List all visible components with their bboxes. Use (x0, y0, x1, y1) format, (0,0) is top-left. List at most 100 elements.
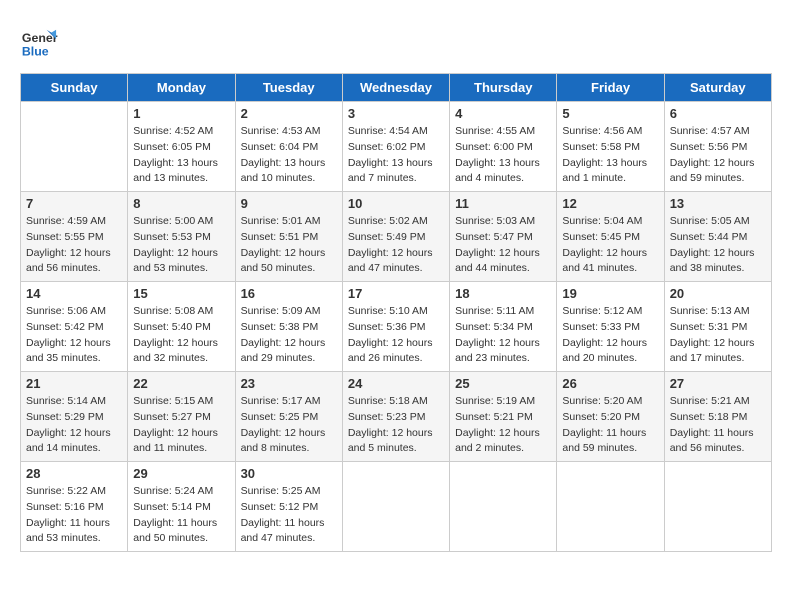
day-info: Sunrise: 5:20 AM Sunset: 5:20 PM Dayligh… (562, 394, 658, 457)
day-info: Sunrise: 5:05 AM Sunset: 5:44 PM Dayligh… (670, 214, 766, 277)
day-number: 12 (562, 196, 658, 211)
day-info: Sunrise: 5:01 AM Sunset: 5:51 PM Dayligh… (241, 214, 337, 277)
weekday-header: Saturday (664, 74, 771, 102)
day-info: Sunrise: 5:11 AM Sunset: 5:34 PM Dayligh… (455, 304, 551, 367)
day-info: Sunrise: 5:21 AM Sunset: 5:18 PM Dayligh… (670, 394, 766, 457)
page-header: General Blue (20, 20, 772, 63)
day-info: Sunrise: 4:59 AM Sunset: 5:55 PM Dayligh… (26, 214, 122, 277)
day-info: Sunrise: 5:24 AM Sunset: 5:14 PM Dayligh… (133, 484, 229, 547)
calendar-cell (21, 102, 128, 192)
day-number: 15 (133, 286, 229, 301)
calendar-cell: 9 Sunrise: 5:01 AM Sunset: 5:51 PM Daylig… (235, 192, 342, 282)
svg-text:Blue: Blue (22, 44, 49, 58)
day-info: Sunrise: 5:09 AM Sunset: 5:38 PM Dayligh… (241, 304, 337, 367)
calendar-table: SundayMondayTuesdayWednesdayThursdayFrid… (20, 73, 772, 552)
calendar-cell: 12 Sunrise: 5:04 AM Sunset: 5:45 PM Dayli… (557, 192, 664, 282)
day-info: Sunrise: 5:19 AM Sunset: 5:21 PM Dayligh… (455, 394, 551, 457)
day-info: Sunrise: 4:53 AM Sunset: 6:04 PM Dayligh… (241, 124, 337, 187)
weekday-header: Monday (128, 74, 235, 102)
day-info: Sunrise: 5:17 AM Sunset: 5:25 PM Dayligh… (241, 394, 337, 457)
day-number: 4 (455, 106, 551, 121)
day-number: 29 (133, 466, 229, 481)
day-number: 10 (348, 196, 444, 211)
weekday-header: Thursday (450, 74, 557, 102)
calendar-cell: 6 Sunrise: 4:57 AM Sunset: 5:56 PM Daylig… (664, 102, 771, 192)
calendar-week-row: 1 Sunrise: 4:52 AM Sunset: 6:05 PM Daylig… (21, 102, 772, 192)
calendar-cell: 8 Sunrise: 5:00 AM Sunset: 5:53 PM Daylig… (128, 192, 235, 282)
calendar-header-row: SundayMondayTuesdayWednesdayThursdayFrid… (21, 74, 772, 102)
day-number: 21 (26, 376, 122, 391)
day-info: Sunrise: 5:18 AM Sunset: 5:23 PM Dayligh… (348, 394, 444, 457)
day-number: 19 (562, 286, 658, 301)
weekday-header: Friday (557, 74, 664, 102)
calendar-cell: 28Sunrise: 5:22 AM Sunset: 5:16 PM Dayli… (21, 462, 128, 552)
day-number: 20 (670, 286, 766, 301)
logo: General Blue (20, 25, 60, 63)
weekday-header: Sunday (21, 74, 128, 102)
day-number: 11 (455, 196, 551, 211)
logo-icon: General Blue (20, 25, 58, 63)
calendar-cell (450, 462, 557, 552)
day-number: 13 (670, 196, 766, 211)
day-number: 7 (26, 196, 122, 211)
day-info: Sunrise: 4:55 AM Sunset: 6:00 PM Dayligh… (455, 124, 551, 187)
day-info: Sunrise: 4:57 AM Sunset: 5:56 PM Dayligh… (670, 124, 766, 187)
calendar-cell: 1 Sunrise: 4:52 AM Sunset: 6:05 PM Daylig… (128, 102, 235, 192)
calendar-cell: 7 Sunrise: 4:59 AM Sunset: 5:55 PM Daylig… (21, 192, 128, 282)
calendar-cell: 21 Sunrise: 5:14 AM Sunset: 5:29 PM Dayli… (21, 372, 128, 462)
calendar-week-row: 28Sunrise: 5:22 AM Sunset: 5:16 PM Dayli… (21, 462, 772, 552)
day-info: Sunrise: 5:02 AM Sunset: 5:49 PM Dayligh… (348, 214, 444, 277)
day-number: 9 (241, 196, 337, 211)
day-number: 17 (348, 286, 444, 301)
calendar-cell: 4 Sunrise: 4:55 AM Sunset: 6:00 PM Daylig… (450, 102, 557, 192)
day-number: 8 (133, 196, 229, 211)
day-number: 24 (348, 376, 444, 391)
calendar-cell: 5 Sunrise: 4:56 AM Sunset: 5:58 PM Daylig… (557, 102, 664, 192)
calendar-cell: 23Sunrise: 5:17 AM Sunset: 5:25 PM Dayli… (235, 372, 342, 462)
calendar-cell: 17 Sunrise: 5:10 AM Sunset: 5:36 PM Dayli… (342, 282, 449, 372)
day-number: 27 (670, 376, 766, 391)
calendar-cell: 15 Sunrise: 5:08 AM Sunset: 5:40 PM Dayli… (128, 282, 235, 372)
calendar-cell: 3 Sunrise: 4:54 AM Sunset: 6:02 PM Daylig… (342, 102, 449, 192)
day-info: Sunrise: 5:14 AM Sunset: 5:29 PM Dayligh… (26, 394, 122, 457)
day-info: Sunrise: 5:06 AM Sunset: 5:42 PM Dayligh… (26, 304, 122, 367)
calendar-cell: 30 Sunrise: 5:25 AM Sunset: 5:12 PM Dayli… (235, 462, 342, 552)
day-info: Sunrise: 5:15 AM Sunset: 5:27 PM Dayligh… (133, 394, 229, 457)
day-info: Sunrise: 5:22 AM Sunset: 5:16 PM Dayligh… (26, 484, 122, 547)
weekday-header: Wednesday (342, 74, 449, 102)
day-info: Sunrise: 4:54 AM Sunset: 6:02 PM Dayligh… (348, 124, 444, 187)
day-number: 1 (133, 106, 229, 121)
day-number: 18 (455, 286, 551, 301)
calendar-cell (664, 462, 771, 552)
calendar-cell (557, 462, 664, 552)
day-info: Sunrise: 5:10 AM Sunset: 5:36 PM Dayligh… (348, 304, 444, 367)
day-info: Sunrise: 5:04 AM Sunset: 5:45 PM Dayligh… (562, 214, 658, 277)
calendar-cell: 11Sunrise: 5:03 AM Sunset: 5:47 PM Dayli… (450, 192, 557, 282)
day-number: 30 (241, 466, 337, 481)
calendar-cell: 20 Sunrise: 5:13 AM Sunset: 5:31 PM Dayli… (664, 282, 771, 372)
day-info: Sunrise: 5:25 AM Sunset: 5:12 PM Dayligh… (241, 484, 337, 547)
day-number: 16 (241, 286, 337, 301)
calendar-cell: 29 Sunrise: 5:24 AM Sunset: 5:14 PM Dayli… (128, 462, 235, 552)
day-info: Sunrise: 5:00 AM Sunset: 5:53 PM Dayligh… (133, 214, 229, 277)
weekday-header: Tuesday (235, 74, 342, 102)
day-info: Sunrise: 4:56 AM Sunset: 5:58 PM Dayligh… (562, 124, 658, 187)
calendar-week-row: 7 Sunrise: 4:59 AM Sunset: 5:55 PM Daylig… (21, 192, 772, 282)
day-number: 2 (241, 106, 337, 121)
day-info: Sunrise: 5:12 AM Sunset: 5:33 PM Dayligh… (562, 304, 658, 367)
day-number: 22 (133, 376, 229, 391)
day-number: 3 (348, 106, 444, 121)
day-info: Sunrise: 5:08 AM Sunset: 5:40 PM Dayligh… (133, 304, 229, 367)
calendar-cell: 26 Sunrise: 5:20 AM Sunset: 5:20 PM Dayli… (557, 372, 664, 462)
calendar-cell: 27 Sunrise: 5:21 AM Sunset: 5:18 PM Dayli… (664, 372, 771, 462)
calendar-cell: 14Sunrise: 5:06 AM Sunset: 5:42 PM Dayli… (21, 282, 128, 372)
calendar-cell: 22 Sunrise: 5:15 AM Sunset: 5:27 PM Dayli… (128, 372, 235, 462)
day-info: Sunrise: 5:13 AM Sunset: 5:31 PM Dayligh… (670, 304, 766, 367)
day-info: Sunrise: 4:52 AM Sunset: 6:05 PM Dayligh… (133, 124, 229, 187)
calendar-cell: 13 Sunrise: 5:05 AM Sunset: 5:44 PM Dayli… (664, 192, 771, 282)
day-number: 5 (562, 106, 658, 121)
calendar-cell: 10 Sunrise: 5:02 AM Sunset: 5:49 PM Dayli… (342, 192, 449, 282)
day-number: 26 (562, 376, 658, 391)
calendar-week-row: 21 Sunrise: 5:14 AM Sunset: 5:29 PM Dayli… (21, 372, 772, 462)
day-number: 6 (670, 106, 766, 121)
